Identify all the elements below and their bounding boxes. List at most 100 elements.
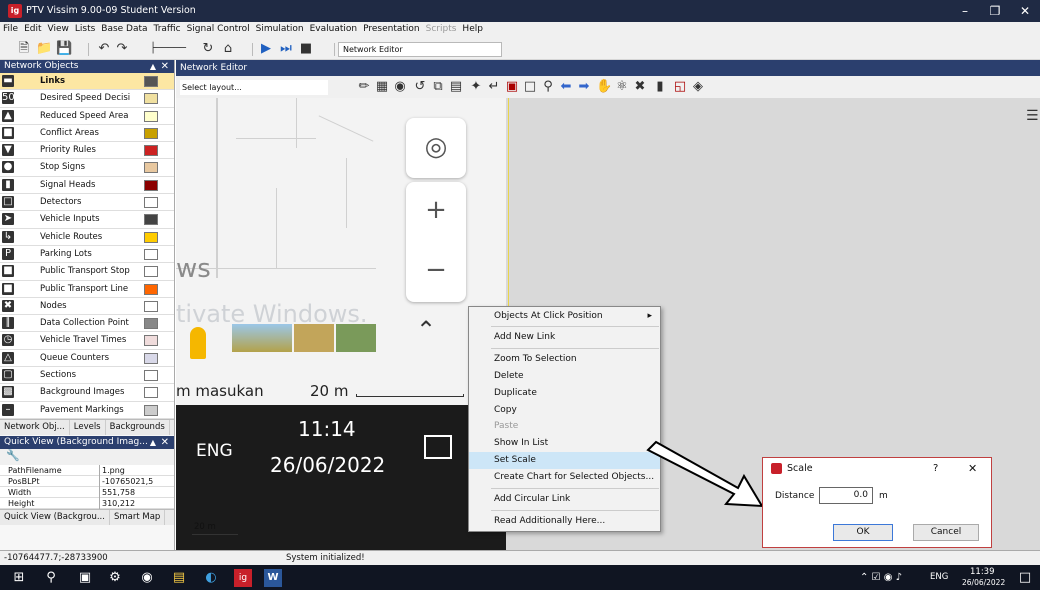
menu-item-zoom-to-selection[interactable]: Zoom To Selection <box>469 351 660 368</box>
cancel-button[interactable]: Cancel <box>913 524 979 541</box>
taskbar-date[interactable]: 26/06/2022 <box>962 578 1005 587</box>
time-slider[interactable]: ├───── <box>138 41 198 57</box>
menu-view[interactable]: View <box>45 22 72 34</box>
color-swatch[interactable] <box>144 248 158 260</box>
menu-simulation[interactable]: Simulation <box>253 22 307 34</box>
close-window-button[interactable]: ✕ <box>1010 2 1040 20</box>
tab-levels[interactable]: Levels <box>70 419 106 435</box>
measure-icon[interactable]: ⚛ <box>614 79 630 95</box>
network-object-row[interactable]: △ Queue Counters <box>0 349 174 368</box>
color-swatch[interactable] <box>144 93 158 105</box>
zoom-select-icon[interactable]: ↵ <box>486 79 502 95</box>
back-icon[interactable]: ⬅ <box>558 79 574 95</box>
restore-button[interactable]: ❐ <box>980 2 1010 20</box>
network-object-row[interactable]: ▩ Background Images <box>0 384 174 402</box>
network-object-row[interactable]: ◷ Vehicle Travel Times <box>0 332 174 350</box>
redo-icon[interactable]: ↷ <box>114 41 130 57</box>
search-icon[interactable]: ⚲ <box>42 569 60 587</box>
windows-start-icon[interactable]: ⊞ <box>10 569 28 587</box>
browser-icon[interactable]: ◉ <box>138 569 156 587</box>
color-swatch[interactable] <box>144 283 158 295</box>
tool-icon[interactable]: ✖ <box>632 79 648 95</box>
menu-item-paste[interactable]: Paste <box>469 418 660 435</box>
color-swatch[interactable] <box>144 162 158 174</box>
color-swatch[interactable] <box>144 145 158 157</box>
quick-view-row[interactable]: Width 551,758 <box>0 486 174 498</box>
color-swatch[interactable] <box>144 387 158 399</box>
help-button[interactable]: ? <box>933 463 938 474</box>
network-icon[interactable]: ◈ <box>690 79 706 95</box>
network-object-row[interactable]: ▼ Priority Rules <box>0 142 174 160</box>
close-dialog-button[interactable]: ✕ <box>968 462 977 475</box>
color-swatch[interactable] <box>144 110 158 122</box>
color-swatch[interactable] <box>144 76 158 87</box>
color-swatch[interactable] <box>144 179 158 191</box>
menu-base-data[interactable]: Base Data <box>98 22 150 34</box>
menu-item-objects-at-click[interactable]: Objects At Click Position ▸ <box>469 308 660 325</box>
pan-hand-icon[interactable]: ✋ <box>596 79 612 95</box>
color-swatch[interactable] <box>144 231 158 243</box>
close-panel-icon[interactable]: ✕ <box>161 436 169 449</box>
menu-item-duplicate[interactable]: Duplicate <box>469 385 660 402</box>
zoom-all-icon[interactable]: ▣ <box>504 79 520 95</box>
color-swatch[interactable] <box>144 335 158 347</box>
taskbar-time[interactable]: 11:39 <box>970 567 995 577</box>
screenshot-icon[interactable]: ◱ <box>672 79 688 95</box>
menu-item-create-chart[interactable]: Create Chart for Selected Objects... <box>469 469 660 486</box>
tray-icons[interactable]: ⌃ ☑ ◉ ♪ <box>846 569 916 587</box>
network-object-row[interactable]: ↳ Vehicle Routes <box>0 228 174 246</box>
save-icon[interactable]: 💾 <box>56 41 72 57</box>
pin-icon[interactable]: ▲ <box>150 436 156 449</box>
menu-traffic[interactable]: Traffic <box>151 22 184 34</box>
vissim-taskbar-icon[interactable]: ig <box>234 569 252 587</box>
network-object-row[interactable]: ∥ Data Collection Point <box>0 315 174 333</box>
color-swatch[interactable] <box>144 318 158 330</box>
network-object-row[interactable]: ▬ Links <box>0 73 174 91</box>
network-object-row[interactable]: ▮ Signal Heads <box>0 176 174 195</box>
minimize-button[interactable]: – <box>950 2 980 20</box>
globe-icon[interactable]: ◉ <box>392 79 408 95</box>
network-object-row[interactable]: 50 Desired Speed Decisi <box>0 90 174 108</box>
word-icon[interactable]: W <box>264 569 282 587</box>
editor-select[interactable]: Network Editor <box>338 42 502 57</box>
pencil-icon[interactable]: ✏ <box>356 79 372 95</box>
color-swatch[interactable] <box>144 214 158 226</box>
tab-backgrounds[interactable]: Backgrounds <box>106 419 170 435</box>
menu-presentation[interactable]: Presentation <box>360 22 423 34</box>
open-folder-icon[interactable]: 📁 <box>36 41 52 57</box>
menu-edit[interactable]: Edit <box>21 22 44 34</box>
color-swatch[interactable] <box>144 370 158 382</box>
task-view-icon[interactable]: ▣ <box>76 569 94 587</box>
stop-icon[interactable]: ■ <box>298 41 314 57</box>
network-object-row[interactable]: ■ Public Transport Stop <box>0 263 174 281</box>
network-object-row[interactable]: ■ Public Transport Line <box>0 280 174 298</box>
taskbar-lang[interactable]: ENG <box>930 572 948 582</box>
settings-gear-icon[interactable]: ⚙ <box>106 569 124 587</box>
new-file-icon[interactable]: 🗎 <box>16 41 32 57</box>
network-object-row[interactable]: – Pavement Markings <box>0 401 174 419</box>
copy-view-icon[interactable]: ⧉ <box>430 79 446 95</box>
menu-item-read-additionally[interactable]: Read Additionally Here... <box>469 513 660 530</box>
color-swatch[interactable] <box>144 127 158 139</box>
network-object-row[interactable]: ✖ Nodes <box>0 297 174 316</box>
quick-view-row[interactable]: PosBLPt -10765021,5 <box>0 475 174 487</box>
menu-item-show-in-list[interactable]: Show In List <box>469 435 660 452</box>
network-object-row[interactable]: ■ Conflict Areas <box>0 124 174 143</box>
zoom-icon[interactable]: ⚲ <box>540 79 556 95</box>
step-icon[interactable]: ⏭ <box>278 41 294 57</box>
network-object-row[interactable]: ▲ Reduced Speed Area <box>0 107 174 125</box>
menu-item-add-circular-link[interactable]: Add Circular Link <box>469 491 660 508</box>
tab-smart-map[interactable]: Smart Map <box>110 509 166 525</box>
camera-icon[interactable]: ▮ <box>652 79 668 95</box>
menu-lists[interactable]: Lists <box>72 22 98 34</box>
forward-icon[interactable]: ➡ <box>576 79 592 95</box>
grid-icon[interactable]: ▦ <box>374 79 390 95</box>
select-icon[interactable]: ✦ <box>468 79 484 95</box>
color-swatch[interactable] <box>144 300 158 312</box>
home-view-icon[interactable]: ⌂ <box>220 41 236 57</box>
undo-icon[interactable]: ↶ <box>96 41 112 57</box>
distance-input[interactable]: 0.0 <box>819 487 873 504</box>
wrench-icon[interactable]: 🔧 <box>6 449 20 462</box>
rotate-icon[interactable]: ↺ <box>412 79 428 95</box>
color-swatch[interactable] <box>144 197 158 209</box>
